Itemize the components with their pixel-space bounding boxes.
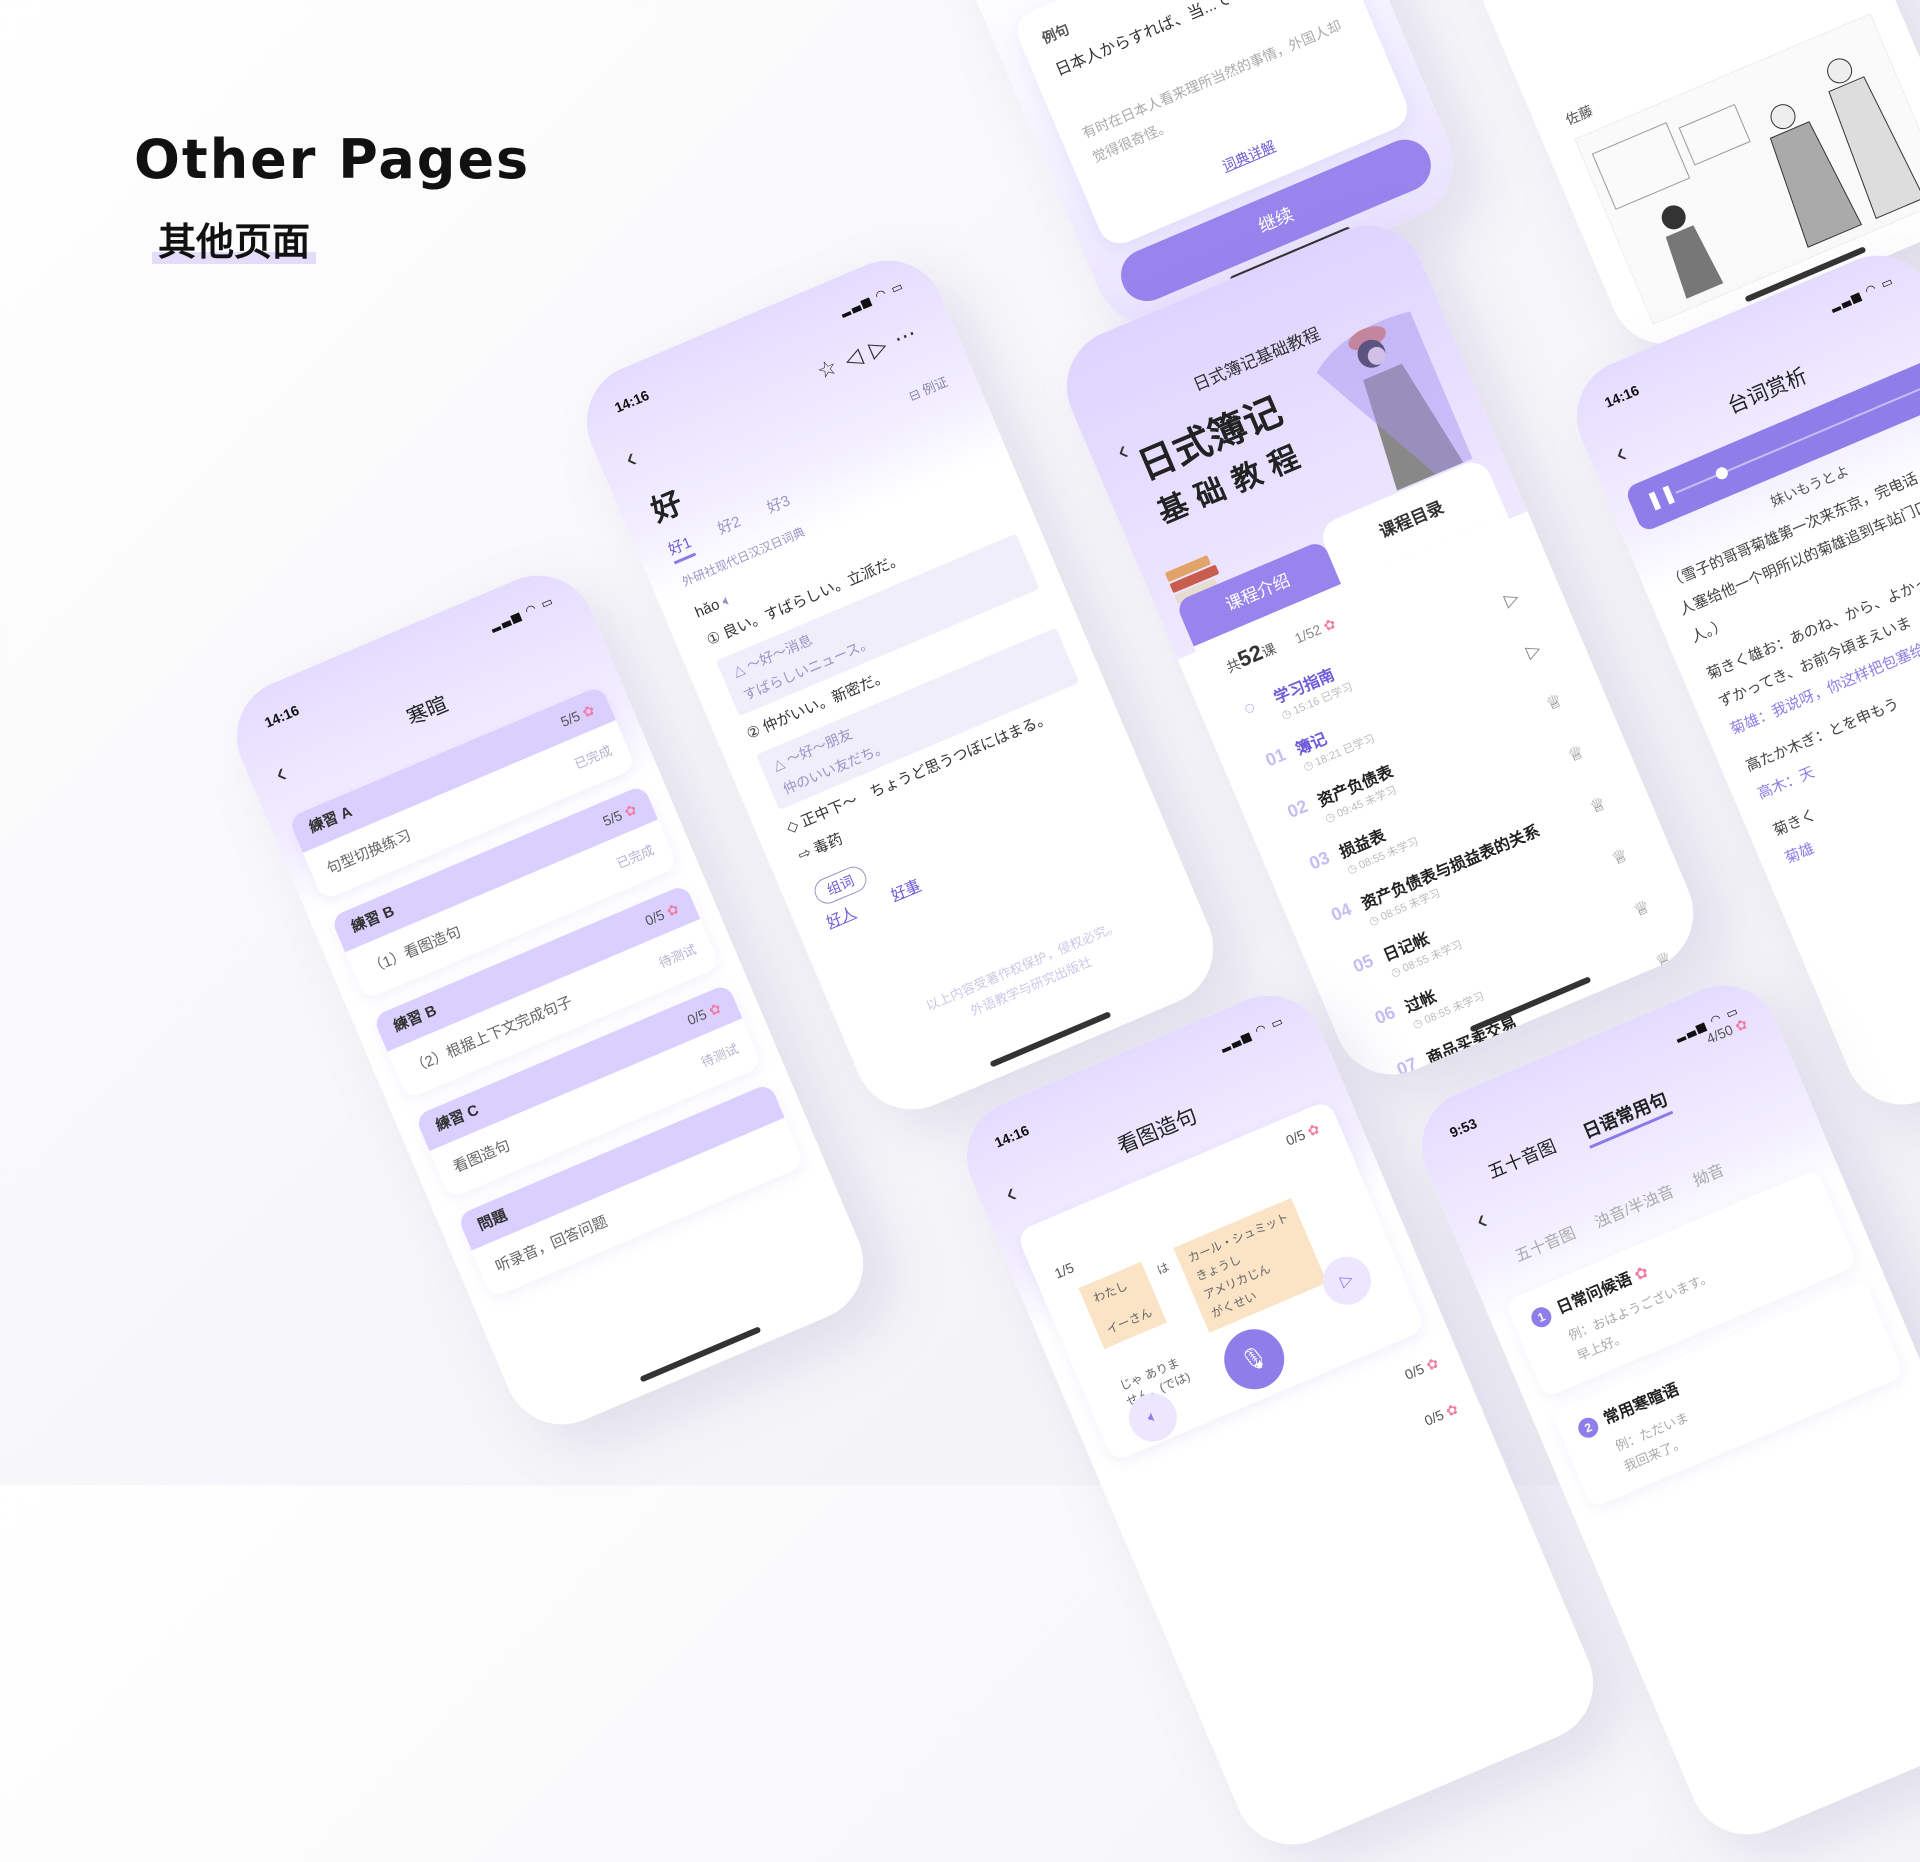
word-cell-text: イーさん	[1104, 1305, 1155, 1337]
crown-icon: ♕	[1542, 689, 1566, 715]
exercise-label: 練習 C	[433, 1101, 482, 1135]
exercise-score: 5/5	[558, 707, 583, 730]
entry-word: 好	[646, 486, 688, 529]
copyright: 以上内容受著作权保护，侵权必究。 外语教学与研究出版社	[868, 893, 1185, 1061]
word-cell: わたし イーさん	[1078, 1261, 1167, 1350]
lesson-number: 03	[1306, 847, 1333, 874]
progress-handle[interactable]	[1713, 465, 1730, 482]
page-title: 台词赏析	[1724, 364, 1811, 419]
exercise-score: 5/5	[600, 806, 625, 830]
exercise-label: 練習 B	[391, 1002, 440, 1036]
copyright-publisher: 外语教学与研究出版社	[968, 953, 1094, 1019]
word-cell-text: わたし	[1091, 1278, 1130, 1306]
pause-icon[interactable]: ❚❚	[1644, 482, 1680, 513]
exercise-label: 練習 B	[348, 902, 397, 936]
sakura-icon: ✿	[579, 701, 597, 721]
compound-link[interactable]: 好事	[889, 877, 923, 904]
page-title: 看图造句	[1114, 1104, 1201, 1159]
example-label: 例句	[1039, 20, 1072, 47]
phones-stage: 例句 日本人からすれば、当...でも。 有时在日本人看来理所当然的事情，外国人却…	[0, 0, 1920, 1862]
back-icon[interactable]: ‹	[1112, 434, 1133, 467]
crown-icon: ♕	[1608, 844, 1632, 870]
copyright-line: 以上内容受著作权保护，侵权必究。	[923, 918, 1122, 1014]
item-number: 2	[1575, 1414, 1602, 1441]
back-icon[interactable]: ‹	[1610, 437, 1631, 470]
lesson-number: 02	[1284, 795, 1311, 822]
question-score: 0/5 ✿	[1283, 1120, 1322, 1149]
lesson-number: 04	[1328, 898, 1355, 926]
tab-entry-3[interactable]: 好3	[764, 492, 792, 517]
item-number: 1	[1528, 1304, 1555, 1331]
page-title: 寒暄	[403, 692, 452, 731]
tab-entry-2[interactable]: 好2	[715, 513, 743, 538]
crown-icon: ♕	[1630, 895, 1653, 921]
status-time: 9:53	[1447, 1114, 1480, 1141]
question-page: 1/5	[1052, 1259, 1077, 1282]
lesson-number: 07	[1393, 1053, 1421, 1080]
play-icon[interactable]: ▷	[1523, 638, 1544, 663]
exercise-label: 練習 A	[306, 803, 355, 837]
example-toggle[interactable]: ⊟ 例证	[906, 371, 951, 404]
speaker-name: 佐藤	[1563, 102, 1596, 128]
pinyin: hǎo	[692, 595, 723, 622]
back-icon[interactable]: ‹	[1471, 1203, 1492, 1236]
signal-wifi-battery-icon: ▂▃▅ ◠ ▭	[837, 278, 907, 319]
question-row[interactable]: 0/5 ✿	[1422, 1400, 1461, 1429]
back-icon[interactable]: ‹	[620, 442, 641, 475]
status-time: 14:16	[1602, 381, 1642, 411]
crown-icon: ♕	[1586, 792, 1610, 818]
compound-link[interactable]: 好人	[824, 904, 858, 931]
tab-entry-1[interactable]: 好1	[665, 534, 697, 565]
lesson-number: ◌	[1240, 696, 1259, 719]
status-time: 14:16	[992, 1121, 1032, 1151]
crown-icon: ♕	[1564, 741, 1588, 767]
signal-wifi-battery-icon: ▂▃▅ ◠ ▭	[1217, 1013, 1287, 1054]
crown-icon: ♕	[1652, 947, 1675, 973]
sakura-icon: ✿	[621, 800, 640, 821]
word-cell: カール・シュミット きょうし アメリカじん がくせい	[1173, 1198, 1327, 1333]
back-icon[interactable]: ‹	[1000, 1177, 1021, 1210]
exercise-label: 問題	[475, 1206, 510, 1235]
status-time: 14:16	[262, 701, 302, 731]
particle: は	[1154, 1259, 1172, 1278]
exercise-score: 0/5	[642, 906, 667, 929]
sakura-icon: ✿	[706, 999, 724, 1019]
lesson-number: 05	[1350, 950, 1377, 977]
status-time: 14:16	[612, 386, 652, 416]
signal-wifi-battery-icon: ▂▃▅ ◠ ▭	[487, 593, 557, 634]
lesson-number: 06	[1371, 1001, 1399, 1029]
lesson-number: 01	[1262, 744, 1289, 771]
signal-wifi-battery-icon: ▂▃▅ ◠ ▭	[1827, 273, 1897, 314]
sakura-icon: ✿	[664, 900, 682, 920]
exercise-task: 看图造句	[450, 1137, 513, 1177]
play-icon[interactable]: ▷	[1501, 587, 1522, 612]
exercise-score: 0/5	[684, 1005, 709, 1029]
question-row[interactable]: 0/5 ✿	[1402, 1354, 1441, 1383]
sub-tab[interactable]: 拗音	[1691, 1162, 1727, 1190]
speaker-icon[interactable]: 🔈︎	[719, 591, 734, 610]
back-icon[interactable]: ‹	[270, 757, 291, 790]
home-indicator	[639, 1326, 762, 1383]
home-indicator	[989, 1011, 1112, 1068]
